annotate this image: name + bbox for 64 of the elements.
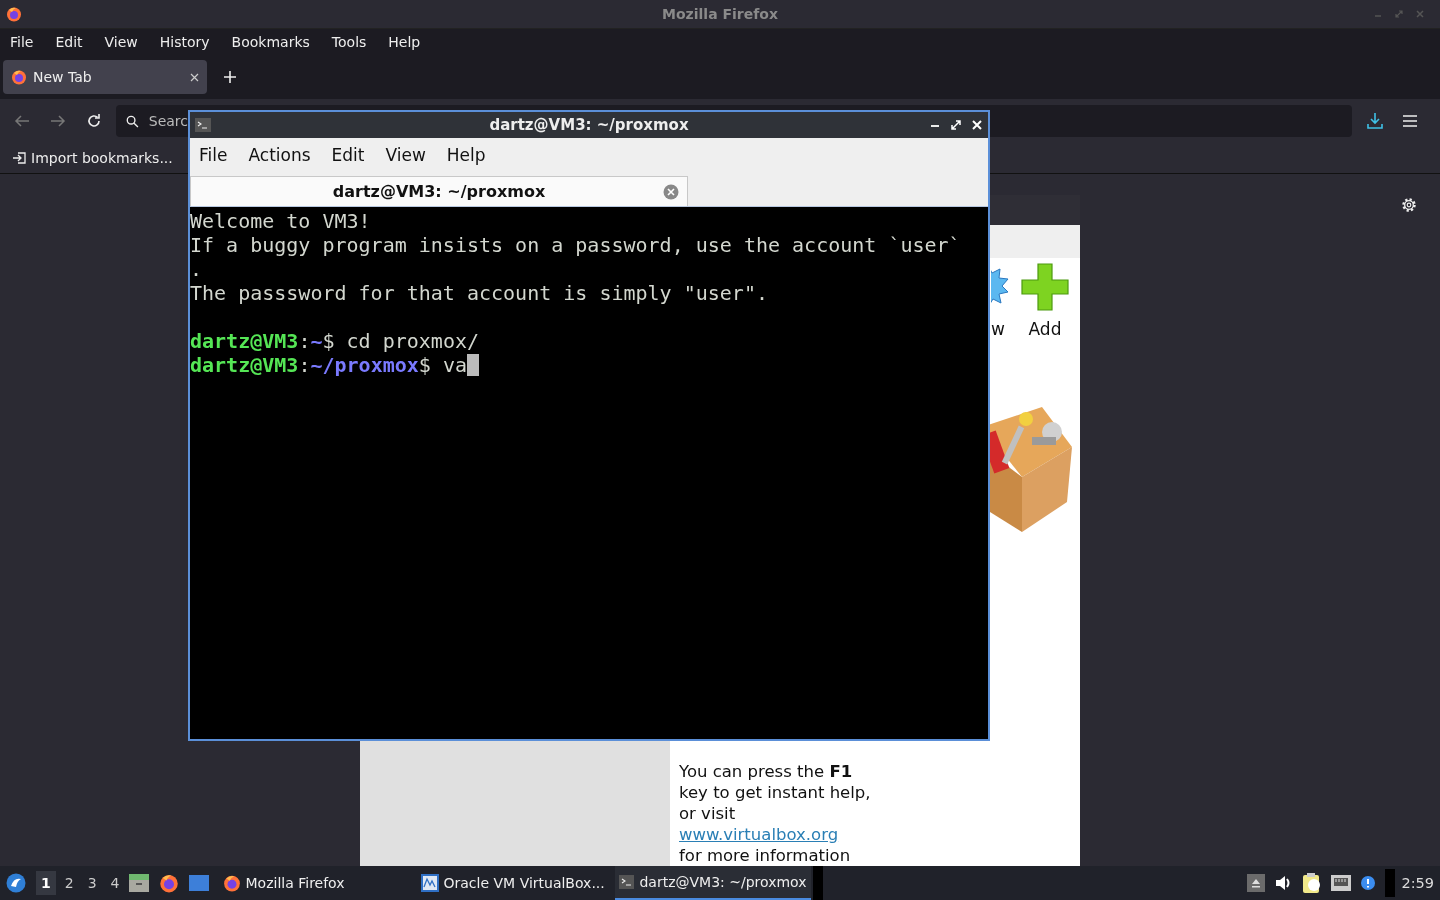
notification-icon[interactable] [1361, 876, 1376, 890]
menu-item[interactable]: Help [388, 34, 421, 50]
download-icon[interactable] [1366, 112, 1384, 130]
terminal-tab[interactable]: dartz@VM3: ~/proxmox [190, 176, 688, 206]
taskbar-button[interactable]: Mozilla Firefox [218, 866, 415, 900]
terminal-icon [618, 875, 635, 889]
menu-item[interactable]: View [104, 34, 138, 50]
menu-item[interactable]: History [159, 34, 210, 50]
terminal-line: . [190, 257, 203, 281]
menu-item[interactable]: File [10, 34, 34, 50]
menu-item[interactable]: Tools [331, 34, 367, 50]
redacted-area [812, 866, 823, 900]
help-text: You can press the F1 key to get instant help, or visit www.virtualbox.org for more information [679, 761, 872, 866]
taskbar-button[interactable]: dartz@VM3: ~/proxmox [614, 866, 811, 900]
new-tab-icon[interactable] [223, 70, 237, 84]
start-menu-icon[interactable] [6, 873, 26, 893]
plus-icon [1021, 263, 1069, 311]
browser-logo-icon [6, 6, 22, 22]
menu-item[interactable]: Actions [248, 145, 311, 165]
redacted-area [1385, 869, 1396, 897]
back-icon[interactable] [14, 114, 30, 128]
website-link[interactable]: www.virtualbox.org [679, 825, 839, 844]
terminal-icon [195, 118, 211, 132]
settings-icon[interactable] [1400, 196, 1418, 214]
browser-logo-icon [222, 874, 241, 892]
network-icon[interactable] [1331, 875, 1352, 891]
workspace-button[interactable]: 2 [59, 871, 79, 895]
terminal-line: dartz@VM3:~/proxmox$ va [190, 353, 467, 377]
eject-icon[interactable] [1247, 874, 1266, 892]
menu-item[interactable]: Bookmarks [231, 34, 310, 50]
menu-item[interactable]: Edit [55, 34, 83, 50]
close-tab-icon[interactable] [663, 183, 679, 200]
menu-item[interactable]: Help [446, 145, 486, 165]
terminal-line: The passsword for that account is simply "user". [190, 281, 768, 305]
forward-icon[interactable] [50, 114, 66, 128]
menu-item[interactable]: Edit [331, 145, 365, 165]
taskbar-button[interactable]: Oracle VM VirtualBox... [416, 866, 613, 900]
import-icon [12, 151, 26, 165]
menu-item[interactable]: View [385, 145, 426, 165]
clipboard-icon[interactable] [1303, 873, 1322, 893]
window-title: dartz@VM3: ~/proxmox [488, 116, 690, 134]
workspace-button[interactable]: 3 [82, 871, 102, 895]
bookmark-item[interactable]: Import bookmarks... [12, 150, 173, 166]
folder-icon[interactable] [128, 874, 149, 892]
close-tab-icon[interactable] [190, 72, 199, 82]
terminal-line: dartz@VM3:~$ cd proxmox/ [190, 329, 479, 353]
search-field[interactable]: Searc [116, 105, 188, 137]
terminal-line: Welcome to VM3! [190, 209, 371, 233]
desktop-icon[interactable] [188, 874, 209, 892]
workspace-button[interactable]: 1 [36, 871, 56, 895]
browser-logo-icon [11, 69, 27, 85]
search-icon [126, 113, 139, 129]
menu-item[interactable]: File [199, 145, 228, 165]
reload-icon[interactable] [86, 113, 102, 129]
toolbar-button[interactable]: Add [1021, 263, 1069, 339]
clock: 2:59 [1401, 875, 1434, 891]
monitor-icon [420, 874, 439, 892]
menu-icon[interactable] [1402, 114, 1418, 128]
browser-logo-icon[interactable] [158, 873, 179, 893]
workspace-button[interactable]: 4 [105, 871, 125, 895]
toolbar-button[interactable]: w [991, 263, 1011, 339]
window-title: Mozilla Firefox [661, 6, 779, 22]
terminal-line: If a buggy program insists on a password, use the account `user` [190, 233, 961, 257]
browser-tab[interactable]: New Tab [3, 60, 207, 94]
